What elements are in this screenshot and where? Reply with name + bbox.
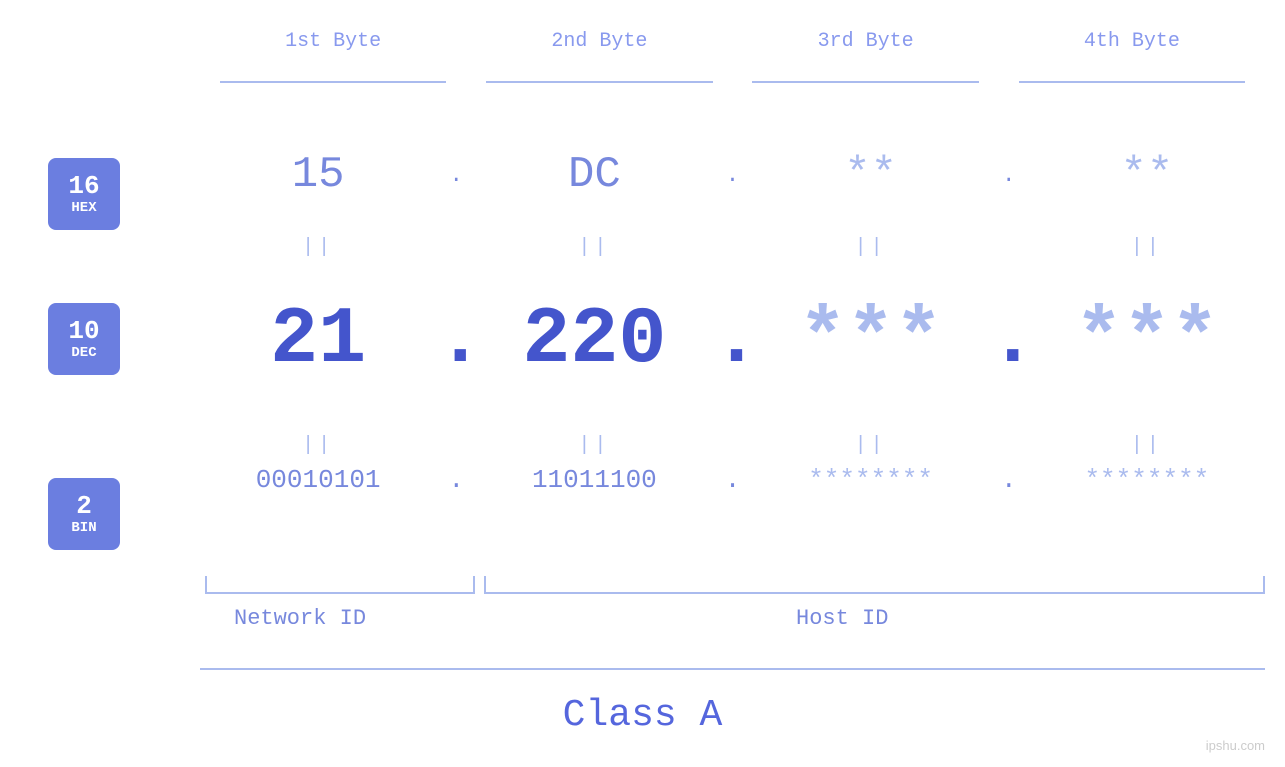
bin-base-num: 2 (76, 492, 92, 521)
host-bracket (484, 576, 1265, 594)
hex-dot-1: . (436, 163, 476, 188)
eq-1-4: || (1029, 236, 1265, 259)
dec-base-badge: 10 DEC (48, 303, 120, 375)
eq-2-4: || (1029, 434, 1265, 457)
byte-headers: 1st Byte 2nd Byte 3rd Byte 4th Byte (200, 30, 1265, 53)
host-id-label: Host ID (796, 606, 888, 631)
byte-header-2: 2nd Byte (466, 30, 732, 53)
hex-base-badge: 16 HEX (48, 158, 120, 230)
hex-val-4: ** (1120, 150, 1173, 200)
bracket-line-4 (1019, 81, 1245, 83)
hex-val-2: DC (568, 150, 621, 200)
bin-val-2: 11011100 (532, 465, 657, 495)
dec-byte-3: *** (753, 295, 989, 386)
bin-byte-2: 11011100 (476, 465, 712, 495)
class-label: Class A (0, 694, 1285, 737)
hex-base-label: HEX (71, 201, 96, 216)
hex-byte-4: ** (1029, 150, 1265, 200)
eq-2-3: || (753, 434, 989, 457)
hex-byte-2: DC (476, 150, 712, 200)
dec-val-2: 220 (522, 295, 666, 386)
byte-header-1: 1st Byte (200, 30, 466, 53)
network-bracket (205, 576, 475, 594)
bin-val-1: 00010101 (256, 465, 381, 495)
dec-base-num: 10 (68, 317, 99, 346)
network-id-label: Network ID (234, 606, 366, 631)
equals-row-1: || || || || (200, 232, 1265, 262)
dec-val-4: *** (1075, 295, 1219, 386)
dec-dot-3: . (989, 295, 1029, 386)
bin-byte-3: ******** (753, 465, 989, 495)
bin-dot-1: . (436, 465, 476, 495)
eq-2-2: || (476, 434, 712, 457)
bin-base-label: BIN (71, 521, 96, 536)
bracket-line-3 (752, 81, 978, 83)
hex-dot-3: . (989, 163, 1029, 188)
eq-2-1: || (200, 434, 436, 457)
bin-dot-3: . (989, 465, 1029, 495)
hex-val-1: 15 (292, 150, 345, 200)
dec-val-1: 21 (270, 295, 366, 386)
dec-row: 21 . 220 . *** . *** (140, 295, 1265, 386)
hex-dot-2: . (713, 163, 753, 188)
dec-val-3: *** (799, 295, 943, 386)
eq-1-1: || (200, 236, 436, 259)
hex-byte-1: 15 (200, 150, 436, 200)
eq-1-2: || (476, 236, 712, 259)
hex-row: 15 . DC . ** . ** (140, 150, 1265, 200)
bin-row: 00010101 . 11011100 . ******** . *******… (140, 465, 1265, 495)
hex-base-num: 16 (68, 172, 99, 201)
dec-byte-4: *** (1029, 295, 1265, 386)
dec-byte-1: 21 (200, 295, 436, 386)
bracket-cell-1 (200, 72, 466, 92)
top-brackets (200, 72, 1265, 92)
hex-byte-3: ** (753, 150, 989, 200)
bin-val-4: ******** (1084, 465, 1209, 495)
full-bottom-line (200, 668, 1265, 670)
bin-byte-1: 00010101 (200, 465, 436, 495)
bin-val-3: ******** (808, 465, 933, 495)
dec-dot-2: . (713, 295, 753, 386)
equals-row-2: || || || || (200, 430, 1265, 460)
bin-dot-2: . (713, 465, 753, 495)
bracket-cell-3 (733, 72, 999, 92)
dec-base-label: DEC (71, 346, 96, 361)
main-container: 1st Byte 2nd Byte 3rd Byte 4th Byte 16 H… (0, 0, 1285, 767)
watermark: ipshu.com (1206, 738, 1265, 753)
bin-byte-4: ******** (1029, 465, 1265, 495)
bracket-cell-2 (466, 72, 732, 92)
bracket-line-2 (486, 81, 712, 83)
bin-base-badge: 2 BIN (48, 478, 120, 550)
bracket-cell-4 (999, 72, 1265, 92)
byte-header-3: 3rd Byte (733, 30, 999, 53)
byte-header-4: 4th Byte (999, 30, 1265, 53)
eq-1-3: || (753, 236, 989, 259)
bracket-line-1 (220, 81, 446, 83)
hex-val-3: ** (844, 150, 897, 200)
dec-byte-2: 220 (476, 295, 712, 386)
dec-dot-1: . (436, 295, 476, 386)
